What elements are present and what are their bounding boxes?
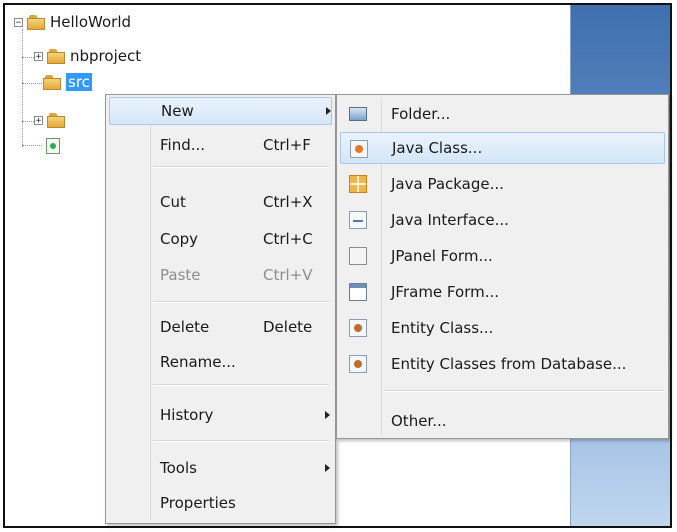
collapse-icon[interactable]: − <box>14 17 23 27</box>
submenu-item-java-class[interactable]: Java Class... <box>340 132 665 164</box>
menu-item-cut[interactable]: Cut Ctrl+X <box>109 188 332 216</box>
tree-node-label: HelloWorld <box>50 13 132 31</box>
submenu-item-folder[interactable]: Folder... <box>340 98 665 130</box>
menu-item-label: Rename... <box>160 353 236 371</box>
submenu-item-label: Other... <box>391 412 447 430</box>
menu-item-history[interactable]: History <box>109 401 332 429</box>
submenu-item-label: Java Class... <box>392 139 483 157</box>
jpanel-form-icon <box>349 247 367 265</box>
entity-classes-db-icon <box>349 355 367 373</box>
tree-connector <box>22 83 42 84</box>
menu-item-delete[interactable]: Delete Delete <box>109 313 332 341</box>
tree-connector <box>22 145 42 146</box>
submenu-item-label: JPanel Form... <box>391 247 493 265</box>
folder-icon <box>349 107 367 121</box>
tree-node-file[interactable] <box>46 135 60 157</box>
menu-separator <box>153 166 329 168</box>
new-submenu: Folder... Java Class... Java Package... … <box>336 94 669 439</box>
file-icon <box>46 138 60 154</box>
submenu-item-label: Entity Classes from Database... <box>391 355 627 373</box>
shortcut-label: Delete <box>263 318 313 336</box>
menu-item-label: Cut <box>160 193 186 211</box>
submenu-arrow-icon <box>325 411 330 419</box>
submenu-item-label: Java Package... <box>391 175 504 193</box>
shortcut-label: Ctrl+F <box>263 136 311 154</box>
java-interface-icon <box>349 211 367 229</box>
menu-item-new[interactable]: New <box>109 97 332 125</box>
submenu-item-jpanel-form[interactable]: JPanel Form... <box>340 240 665 272</box>
submenu-item-label: Folder... <box>391 105 451 123</box>
folder-icon <box>47 48 65 64</box>
tree-node-label: nbproject <box>70 47 142 65</box>
project-folder-icon <box>27 14 45 30</box>
expand-icon[interactable]: + <box>34 115 43 125</box>
submenu-item-entity-class[interactable]: Entity Class... <box>340 312 665 344</box>
java-class-icon <box>350 140 368 158</box>
context-menu: New Find... Ctrl+F Cut Ctrl+X Copy Ctrl+… <box>105 94 336 524</box>
menu-item-rename[interactable]: Rename... <box>109 348 332 376</box>
shortcut-label: Ctrl+X <box>263 193 313 211</box>
submenu-arrow-icon <box>325 464 330 472</box>
menu-item-paste[interactable]: Paste Ctrl+V <box>109 261 332 289</box>
submenu-item-other[interactable]: Other... <box>340 405 665 437</box>
tree-node-nbproject[interactable]: + nbproject <box>34 45 141 67</box>
submenu-item-jframe-form[interactable]: JFrame Form... <box>340 276 665 308</box>
jframe-form-icon <box>349 283 367 301</box>
menu-separator <box>153 440 329 442</box>
submenu-item-java-interface[interactable]: Java Interface... <box>340 204 665 236</box>
tree-node-label: src <box>66 73 92 91</box>
menu-item-tools[interactable]: Tools <box>109 454 332 482</box>
java-package-icon <box>349 175 367 193</box>
folder-icon <box>43 74 61 90</box>
menu-separator <box>153 384 329 386</box>
expand-icon[interactable]: + <box>34 51 43 61</box>
submenu-arrow-icon <box>326 107 331 115</box>
submenu-item-label: JFrame Form... <box>391 283 500 301</box>
menu-separator <box>153 301 329 303</box>
menu-item-label: Delete <box>160 318 210 336</box>
menu-item-label: Properties <box>160 494 236 512</box>
shortcut-label: Ctrl+C <box>263 230 313 248</box>
submenu-item-entity-classes-db[interactable]: Entity Classes from Database... <box>340 348 665 380</box>
submenu-item-label: Java Interface... <box>391 211 509 229</box>
menu-item-properties[interactable]: Properties <box>109 489 332 517</box>
submenu-item-label: Entity Class... <box>391 319 494 337</box>
shortcut-label: Ctrl+V <box>263 266 313 284</box>
tree-node-collapsed[interactable]: + <box>34 109 70 131</box>
menu-item-label: Copy <box>160 230 199 248</box>
menu-separator <box>384 390 664 392</box>
menu-item-label: Paste <box>160 266 201 284</box>
menu-item-label: New <box>161 102 194 120</box>
submenu-item-java-package[interactable]: Java Package... <box>340 168 665 200</box>
tree-node-src[interactable]: src <box>43 71 92 93</box>
menu-item-label: History <box>160 406 214 424</box>
entity-class-icon <box>349 319 367 337</box>
menu-item-find[interactable]: Find... Ctrl+F <box>109 131 332 159</box>
menu-item-copy[interactable]: Copy Ctrl+C <box>109 225 332 253</box>
menu-item-label: Tools <box>160 459 197 477</box>
tree-connector <box>22 29 23 147</box>
folder-icon <box>47 112 65 128</box>
tree-node-root[interactable]: − HelloWorld <box>14 11 131 33</box>
menu-item-label: Find... <box>160 136 206 154</box>
